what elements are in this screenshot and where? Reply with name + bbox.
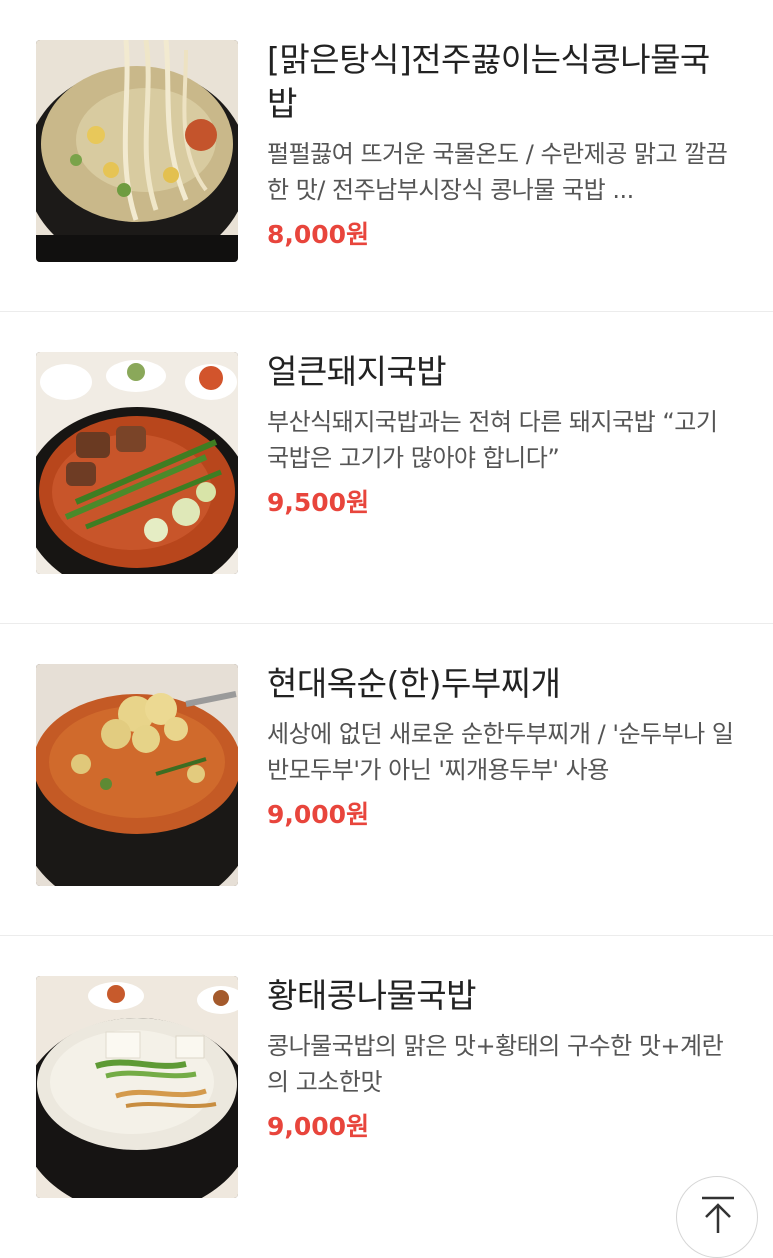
menu-item-description: 콩나물국밥의 맑은 맛+황태의 구수한 맛+계란의 고소한맛: [267, 1032, 724, 1096]
menu-item-name: 얼큰돼지국밥: [267, 352, 447, 391]
menu-item-info: [맑은탕식]전주끓이는식콩나물국밥 펄펄끓여 뜨거운 국물온도 / 수란제공 맑…: [267, 38, 737, 252]
menu-item-price: 9,000원: [267, 800, 370, 829]
menu-item-name: [맑은탕식]전주끓이는식콩나물국밥: [267, 40, 710, 123]
menu-item-description: 부산식돼지국밥과는 전혀 다른 돼지국밥 “고기국밥은 고기가 많아야 합니다”: [267, 408, 718, 472]
arrow-up-to-top-icon: [702, 1196, 734, 1233]
menu-item-info: 얼큰돼지국밥 부산식돼지국밥과는 전혀 다른 돼지국밥 “고기국밥은 고기가 많…: [267, 350, 737, 520]
menu-item-description: 세상에 없던 새로운 순한두부찌개 / '순두부나 일반모두부'가 아닌 '찌개…: [267, 720, 734, 784]
menu-list: [맑은탕식]전주끓이는식콩나물국밥 펄펄끓여 뜨거운 국물온도 / 수란제공 맑…: [0, 0, 773, 1248]
menu-item-price: 9,500원: [267, 488, 370, 517]
menu-item[interactable]: 얼큰돼지국밥 부산식돼지국밥과는 전혀 다른 돼지국밥 “고기국밥은 고기가 많…: [0, 312, 773, 624]
menu-item-name: 황태콩나물국밥: [267, 976, 477, 1015]
menu-item[interactable]: 황태콩나물국밥 콩나물국밥의 맑은 맛+황태의 구수한 맛+계란의 고소한맛 9…: [0, 936, 773, 1248]
menu-item[interactable]: 현대옥순(한)두부찌개 세상에 없던 새로운 순한두부찌개 / '순두부나 일반…: [0, 624, 773, 936]
menu-item-image: [36, 664, 238, 886]
menu-item-image: [36, 40, 238, 262]
menu-item-info: 황태콩나물국밥 콩나물국밥의 맑은 맛+황태의 구수한 맛+계란의 고소한맛 9…: [267, 974, 737, 1144]
menu-item-name: 현대옥순(한)두부찌개: [267, 664, 561, 703]
menu-item-image: [36, 976, 238, 1198]
menu-item-price: 8,000원: [267, 220, 370, 249]
menu-item-price: 9,000원: [267, 1112, 370, 1141]
menu-item[interactable]: [맑은탕식]전주끓이는식콩나물국밥 펄펄끓여 뜨거운 국물온도 / 수란제공 맑…: [0, 0, 773, 312]
menu-item-image: [36, 352, 238, 574]
scroll-to-top-button[interactable]: [676, 1176, 758, 1258]
menu-item-info: 현대옥순(한)두부찌개 세상에 없던 새로운 순한두부찌개 / '순두부나 일반…: [267, 662, 737, 832]
menu-item-description: 펄펄끓여 뜨거운 국물온도 / 수란제공 맑고 깔끔한 맛/ 전주남부시장식 콩…: [267, 140, 728, 204]
